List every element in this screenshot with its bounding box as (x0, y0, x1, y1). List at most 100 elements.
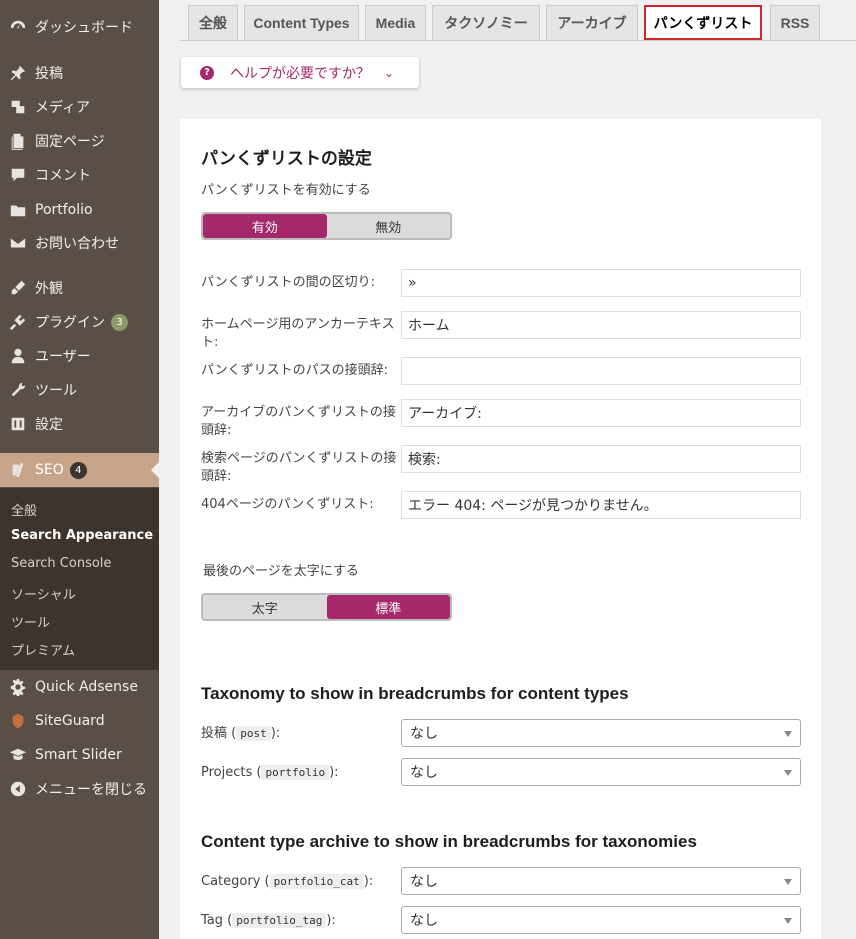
question-icon: ? (200, 65, 214, 80)
sidebar-item-collapse-menu[interactable]: メニューを閉じる (0, 772, 159, 806)
row-suffix: ): (329, 765, 339, 780)
sidebar-item-comments[interactable]: コメント (0, 158, 159, 192)
home-anchor-input[interactable]: ホーム (401, 311, 801, 339)
portfolio-taxonomy-select[interactable]: なし (401, 758, 801, 786)
pin-icon (8, 63, 28, 83)
404-label: 404ページのパンくずリスト: (201, 497, 374, 512)
sidebar-item-label: ユーザー (35, 349, 91, 365)
tab-rss[interactable]: RSS (770, 5, 820, 40)
archive-prefix-input[interactable]: アーカイブ: (401, 399, 801, 427)
separator-label: パンくずリストの間の区切り: (201, 275, 376, 290)
chevron-down-icon: ⌄ (384, 65, 395, 80)
submenu-search-console[interactable]: Search Console (11, 556, 111, 571)
sidebar-item-portfolio[interactable]: Portfolio (0, 193, 159, 227)
path-prefix-label: パンくずリストのパスの接頭辞: (201, 363, 389, 378)
sidebar-item-siteguard[interactable]: SiteGuard (0, 704, 159, 738)
category-archive-select[interactable]: なし (401, 867, 801, 895)
sidebar-item-appearance[interactable]: 外観 (0, 271, 159, 305)
submenu-premium[interactable]: プレミアム (11, 640, 75, 659)
sidebar-item-contact[interactable]: お問い合わせ (0, 226, 159, 260)
home-anchor-label: ホームページ用のアンカーテキスト: (201, 317, 395, 350)
row-label: Tag ( (201, 913, 233, 928)
bold-option[interactable]: 太字 (203, 595, 327, 619)
category-archive-label: Category (portfolio_cat): (201, 873, 373, 891)
seo-submenu: 全般 Search Appearance Search Console ソーシャ… (0, 488, 159, 670)
separator-input[interactable]: » (401, 269, 801, 297)
sidebar-item-label: 外観 (35, 281, 63, 297)
tab-media[interactable]: Media (365, 5, 426, 40)
folder-icon (8, 200, 28, 220)
sidebar-item-label: SEO (35, 462, 64, 478)
submenu-search-appearance[interactable]: Search Appearance (11, 528, 153, 543)
seo-notification-badge: 4 (69, 461, 87, 479)
dropdown-arrow-icon (784, 770, 792, 776)
tab-general[interactable]: 全般 (188, 5, 238, 40)
sidebar-item-pages[interactable]: 固定ページ (0, 124, 159, 158)
tab-content-types[interactable]: Content Types (244, 5, 359, 40)
submenu-tools[interactable]: ツール (11, 612, 50, 631)
sidebar-item-tools[interactable]: ツール (0, 373, 159, 407)
help-button[interactable]: ? ヘルプが必要ですか？ ⌄ (181, 57, 419, 88)
media-icon (8, 97, 28, 117)
sidebar-item-label: コメント (35, 168, 91, 184)
enable-breadcrumbs-toggle: 有効 無効 (201, 212, 452, 240)
enable-on-option[interactable]: 有効 (203, 214, 327, 238)
search-prefix-label: 検索ページのパンくずリストの接頭辞: (201, 451, 397, 484)
regular-option[interactable]: 標準 (326, 595, 450, 619)
sidebar-item-quick-adsense[interactable]: Quick Adsense (0, 670, 159, 704)
yoast-icon (8, 460, 28, 480)
mortarboard-icon (8, 745, 28, 765)
404-input[interactable]: エラー 404: ページが見つかりません。 (401, 491, 801, 519)
tab-taxonomies[interactable]: タクソノミー (432, 5, 540, 40)
dashboard-icon (8, 17, 28, 37)
enable-off-option[interactable]: 無効 (327, 214, 451, 238)
sidebar-item-label: メディア (35, 100, 91, 116)
separator-value: » (408, 275, 417, 291)
sidebar-item-dashboard[interactable]: ダッシュボード (0, 10, 159, 44)
settings-icon (8, 414, 28, 434)
tag-archive-select[interactable]: なし (401, 906, 801, 934)
bold-last-page-label: 最後のページを太字にする (203, 564, 359, 579)
tab-archives[interactable]: アーカイブ (546, 5, 638, 40)
gear-icon (8, 677, 28, 697)
sidebar-item-settings[interactable]: 設定 (0, 407, 159, 441)
sidebar-item-label: 固定ページ (35, 134, 105, 150)
admin-sidebar: ダッシュボード 投稿 メディア 固定ページ コメント Portfolio お問い… (0, 0, 159, 939)
archive-prefix-value: アーカイブ: (408, 406, 482, 422)
sidebar-item-seo[interactable]: SEO 4 (0, 453, 159, 487)
post-taxonomy-select[interactable]: なし (401, 719, 801, 747)
sidebar-item-posts[interactable]: 投稿 (0, 56, 159, 90)
tag-archive-label: Tag (portfolio_tag): (201, 912, 336, 930)
archive-prefix-label: アーカイブのパンくずリストの接頭辞: (201, 405, 396, 438)
brush-icon (8, 278, 28, 298)
select-value: なし (410, 726, 438, 742)
user-icon (8, 346, 28, 366)
enable-breadcrumbs-label: パンくずリストを有効にする (201, 183, 371, 198)
help-label: ヘルプが必要ですか？ (230, 65, 370, 82)
row-label: 投稿 ( (201, 726, 237, 741)
path-prefix-input[interactable] (401, 357, 801, 385)
wrench-icon (8, 380, 28, 400)
dropdown-arrow-icon (784, 879, 792, 885)
mail-icon (8, 233, 28, 253)
sidebar-item-users[interactable]: ユーザー (0, 339, 159, 373)
sidebar-item-label: プラグイン (35, 315, 105, 331)
breadcrumbs-settings-card: パンくずリストの設定 パンくずリストを有効にする 有効 無効 パンくずリストの間… (180, 119, 821, 939)
tab-breadcrumbs[interactable]: パンくずリスト (644, 5, 762, 40)
row-label: Projects ( (201, 765, 262, 780)
dropdown-arrow-icon (784, 731, 792, 737)
plugin-update-badge: 3 (111, 313, 128, 331)
home-anchor-value: ホーム (408, 318, 450, 334)
collapse-icon (8, 779, 28, 799)
sidebar-item-label: Quick Adsense (35, 679, 138, 695)
sidebar-item-plugins[interactable]: プラグイン 3 (0, 305, 159, 339)
submenu-general[interactable]: 全般 (11, 500, 37, 519)
portfolio-type-code: portfolio (261, 765, 330, 780)
post-taxonomy-label: 投稿 (post): (201, 725, 280, 743)
sidebar-item-media[interactable]: メディア (0, 90, 159, 124)
submenu-social[interactable]: ソーシャル (11, 584, 76, 603)
search-prefix-input[interactable]: 検索: (401, 445, 801, 473)
sidebar-item-smart-slider[interactable]: Smart Slider (0, 738, 159, 772)
archive-section-title: Content type archive to show in breadcru… (201, 832, 697, 851)
shield-icon (8, 711, 28, 731)
